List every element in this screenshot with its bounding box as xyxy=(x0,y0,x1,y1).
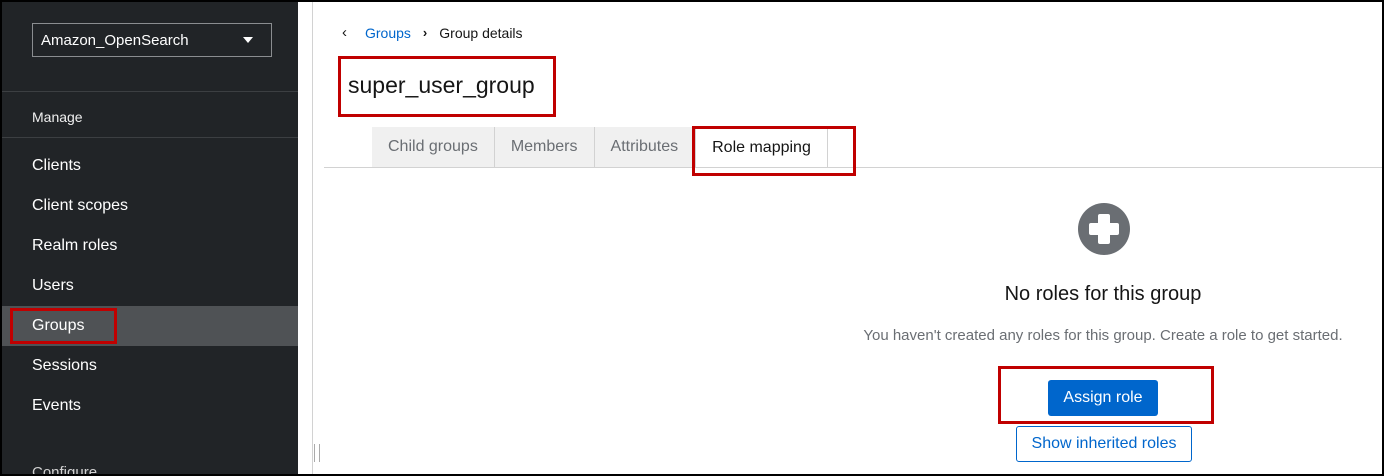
tab-attributes[interactable]: Attributes xyxy=(594,127,696,167)
realm-selector-value: Amazon_OpenSearch xyxy=(41,31,189,49)
plus-circle-icon xyxy=(1078,203,1130,255)
app-window: Amazon_OpenSearch Manage Clients Client … xyxy=(0,0,1384,476)
sidebar-section-manage: Manage xyxy=(32,109,83,125)
breadcrumb: ‹ Groups › Group details xyxy=(342,24,523,41)
breadcrumb-link-groups[interactable]: Groups xyxy=(365,25,411,41)
show-inherited-roles-button[interactable]: Show inherited roles xyxy=(1016,426,1192,462)
tab-role-mapping[interactable]: Role mapping xyxy=(695,127,828,167)
realm-selector[interactable]: Amazon_OpenSearch xyxy=(32,23,272,57)
sidebar-item-label: Events xyxy=(32,397,81,414)
tab-members[interactable]: Members xyxy=(494,127,595,167)
sidebar-item-groups[interactable]: Groups xyxy=(2,306,298,346)
tab-label: Members xyxy=(510,138,578,155)
empty-state-title: No roles for this group xyxy=(1004,283,1202,305)
sidebar-item-events[interactable]: Events xyxy=(2,386,298,426)
sidebar-item-label: Client scopes xyxy=(32,197,129,214)
sidebar-item-label: Realm roles xyxy=(32,237,118,254)
tab-bar: Child groups Members Attributes Role map… xyxy=(372,127,828,167)
sidebar-item-client-scopes[interactable]: Client scopes xyxy=(2,186,298,226)
assign-role-button[interactable]: Assign role xyxy=(1048,380,1158,416)
tab-label: Attributes xyxy=(610,138,679,155)
breadcrumb-current: Group details xyxy=(439,24,523,41)
panel-splitter[interactable] xyxy=(312,2,313,474)
sidebar-nav: Clients Client scopes Realm roles Users … xyxy=(2,146,298,426)
sidebar-item-users[interactable]: Users xyxy=(2,266,298,306)
tab-label: Role mapping xyxy=(712,139,811,156)
tabs-divider xyxy=(324,167,1382,168)
caret-down-icon xyxy=(243,37,253,43)
sidebar-item-label: Users xyxy=(32,277,74,294)
sidebar-divider xyxy=(2,91,298,92)
empty-state-body: You haven't created any roles for this g… xyxy=(863,327,1343,344)
sidebar-item-realm-roles[interactable]: Realm roles xyxy=(2,226,298,266)
tab-label: Child groups xyxy=(388,138,478,155)
sidebar-divider xyxy=(2,137,298,138)
sidebar-item-label: Sessions xyxy=(32,357,97,374)
chevron-left-icon[interactable]: ‹ xyxy=(342,24,347,41)
tab-child-groups[interactable]: Child groups xyxy=(372,127,495,167)
sidebar-item-label: Clients xyxy=(32,157,81,174)
page-title: super_user_group xyxy=(348,72,535,98)
sidebar-section-configure: Configure xyxy=(32,464,98,476)
sidebar-item-clients[interactable]: Clients xyxy=(2,146,298,186)
sidebar-item-label: Groups xyxy=(32,317,85,334)
sidebar: Amazon_OpenSearch Manage Clients Client … xyxy=(2,2,298,474)
drag-handle-icon[interactable] xyxy=(314,444,320,462)
sidebar-item-sessions[interactable]: Sessions xyxy=(2,346,298,386)
chevron-right-icon: › xyxy=(422,25,428,40)
